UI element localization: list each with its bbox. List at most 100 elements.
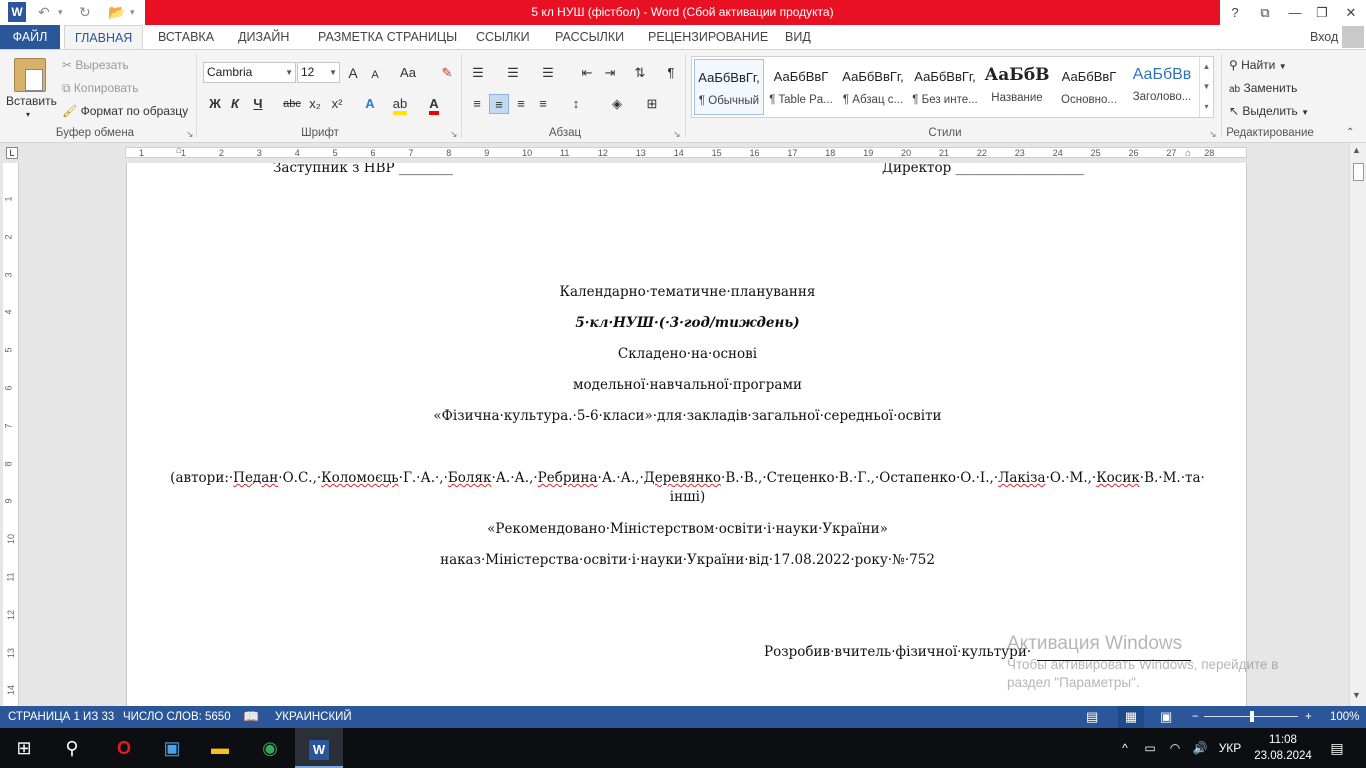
style-body[interactable]: АаБбВвГ Основно...: [1054, 59, 1124, 115]
borders-icon[interactable]: ⊞: [642, 94, 662, 114]
strikethrough-button[interactable]: abc: [281, 94, 303, 114]
battery-icon[interactable]: ▭: [1138, 728, 1162, 768]
replace-button[interactable]: ab Заменить: [1229, 79, 1297, 99]
copy-button[interactable]: ⧉ Копировать: [62, 79, 139, 97]
customize-qat-icon[interactable]: ▾: [130, 3, 135, 22]
zoom-slider-thumb[interactable]: [1250, 711, 1254, 722]
subscript-button[interactable]: x₂: [305, 94, 325, 114]
tab-review[interactable]: РЕЦЕНЗИРОВАНИЕ: [638, 25, 778, 49]
bold-button[interactable]: Ж: [205, 94, 225, 114]
highlight-icon[interactable]: ab: [390, 94, 410, 115]
select-button[interactable]: ↖ Выделить ▼: [1229, 102, 1309, 122]
style-list-paragraph[interactable]: АаБбВвГг, ¶ Абзац с...: [838, 59, 908, 115]
tab-home[interactable]: ГЛАВНАЯ: [64, 25, 144, 50]
clock[interactable]: 11:08 23.08.2024: [1250, 732, 1316, 764]
tab-selector-icon[interactable]: L: [6, 147, 18, 159]
cut-button[interactable]: ✂ Вырезать: [62, 56, 129, 74]
tab-mailings[interactable]: РАССЫЛКИ: [545, 25, 634, 49]
underline-button[interactable]: Ч: [248, 94, 268, 114]
open-folder-icon[interactable]: 📂: [108, 3, 125, 22]
print-layout-icon[interactable]: ▦: [1118, 706, 1144, 728]
user-avatar-icon[interactable]: [1342, 26, 1364, 48]
show-formatting-marks-icon[interactable]: ¶: [661, 63, 681, 83]
tab-insert[interactable]: ВСТАВКА: [148, 25, 224, 49]
tab-view[interactable]: ВИД: [775, 25, 821, 49]
italic-button[interactable]: К: [225, 94, 245, 114]
bullets-icon[interactable]: ☰: [468, 63, 488, 83]
align-center-icon[interactable]: ≡: [489, 94, 509, 114]
chrome-icon[interactable]: ◉: [246, 728, 294, 768]
undo-icon[interactable]: ↶: [38, 3, 50, 22]
paste-button[interactable]: Вставить: [6, 92, 57, 110]
paste-dropdown-icon[interactable]: ▾: [26, 106, 30, 124]
decrease-indent-icon[interactable]: ⇤: [577, 63, 597, 83]
find-button[interactable]: ⚲ Найти ▼: [1229, 56, 1287, 76]
sort-icon[interactable]: ⇅: [630, 63, 650, 83]
search-icon[interactable]: ⚲: [48, 728, 96, 768]
style-normal[interactable]: АаБбВвГг, ¶ Обычный: [694, 59, 764, 115]
font-size-combo[interactable]: 12 ▼: [297, 62, 340, 83]
document-page[interactable]: Заступник з НВР ________ Директор ______…: [126, 163, 1247, 706]
multilevel-list-icon[interactable]: ☰: [538, 63, 558, 83]
styles-scroll-controls[interactable]: ▲ ▼ ▾: [1199, 57, 1213, 117]
increase-indent-icon[interactable]: ⇥: [600, 63, 620, 83]
close-button[interactable]: ✕: [1336, 0, 1366, 25]
read-mode-icon[interactable]: ▤: [1086, 706, 1098, 728]
help-button[interactable]: ?: [1220, 0, 1250, 25]
numbering-icon[interactable]: ☰: [503, 63, 523, 83]
align-right-icon[interactable]: ≡: [511, 94, 531, 114]
align-left-icon[interactable]: ≡: [467, 94, 487, 114]
paste-icon[interactable]: [14, 58, 46, 92]
font-launcher-icon[interactable]: ↘: [450, 129, 458, 140]
tab-file[interactable]: ФАЙЛ: [0, 25, 60, 49]
superscript-button[interactable]: x²: [327, 94, 347, 114]
shading-icon[interactable]: ◈: [607, 94, 627, 114]
zoom-in-icon[interactable]: +: [1305, 706, 1312, 728]
language-indicator[interactable]: УКРАИНСКИЙ: [275, 706, 352, 728]
collapse-ribbon-icon[interactable]: ⌃: [1346, 127, 1354, 138]
change-case-button[interactable]: Aa: [394, 63, 422, 83]
scroll-down-icon[interactable]: ▼: [1352, 690, 1361, 700]
show-hidden-icons[interactable]: ^: [1113, 728, 1137, 768]
tab-page-layout[interactable]: РАЗМЕТКА СТРАНИЦЫ: [308, 25, 467, 49]
right-indent-marker[interactable]: ⌂: [1185, 148, 1191, 159]
file-explorer-icon[interactable]: ▬: [196, 728, 244, 768]
text-effects-icon[interactable]: A: [360, 94, 380, 114]
web-layout-icon[interactable]: ▣: [1160, 706, 1172, 728]
proofing-icon[interactable]: 📖: [243, 706, 259, 728]
opera-icon[interactable]: O: [100, 728, 148, 768]
scroll-up-icon[interactable]: ▲: [1352, 145, 1361, 155]
clipboard-launcher-icon[interactable]: ↘: [186, 129, 194, 140]
notifications-icon[interactable]: ▤: [1320, 728, 1354, 768]
word-count[interactable]: ЧИСЛО СЛОВ: 5650: [123, 706, 231, 728]
control-panel-icon[interactable]: ▣: [148, 728, 196, 768]
format-painter-button[interactable]: 🖌 Формат по образцу: [62, 102, 188, 120]
ribbon-display-options-button[interactable]: ⧉: [1250, 0, 1280, 25]
keyboard-language[interactable]: УКР: [1212, 728, 1248, 768]
justify-icon[interactable]: ≡: [533, 94, 553, 114]
tab-design[interactable]: ДИЗАЙН: [228, 25, 299, 49]
undo-dropdown-icon[interactable]: ▾: [58, 3, 63, 22]
scrollbar-thumb[interactable]: [1353, 163, 1364, 181]
grow-font-button[interactable]: A: [343, 63, 363, 83]
vertical-scrollbar[interactable]: ▲ ▼: [1349, 143, 1366, 706]
redo-icon[interactable]: ↻: [79, 3, 91, 22]
left-indent-marker[interactable]: ⌂: [176, 145, 182, 156]
zoom-out-icon[interactable]: −: [1192, 706, 1199, 728]
word-taskbar-icon[interactable]: W: [295, 728, 343, 768]
word-app-icon[interactable]: W: [8, 2, 26, 22]
page-count[interactable]: СТРАНИЦА 1 ИЗ 33: [8, 706, 114, 728]
windows-start-icon[interactable]: ⊞: [0, 728, 48, 768]
tab-references[interactable]: ССЫЛКИ: [466, 25, 540, 49]
style-table-paragraph[interactable]: АаБбВвГ ¶ Table Pa...: [766, 59, 836, 115]
paragraph-launcher-icon[interactable]: ↘: [673, 129, 681, 140]
clear-formatting-icon[interactable]: ✎: [437, 63, 457, 83]
shrink-font-button[interactable]: A: [365, 65, 385, 85]
minimize-button[interactable]: —: [1280, 0, 1310, 25]
zoom-level[interactable]: 100%: [1330, 706, 1359, 728]
style-heading[interactable]: АаБбВв Заголово...: [1126, 59, 1198, 115]
font-color-icon[interactable]: A: [424, 94, 444, 115]
volume-icon[interactable]: 🔊: [1188, 728, 1212, 768]
wifi-icon[interactable]: ◠: [1163, 728, 1187, 768]
font-name-combo[interactable]: Cambria ▼: [203, 62, 296, 83]
